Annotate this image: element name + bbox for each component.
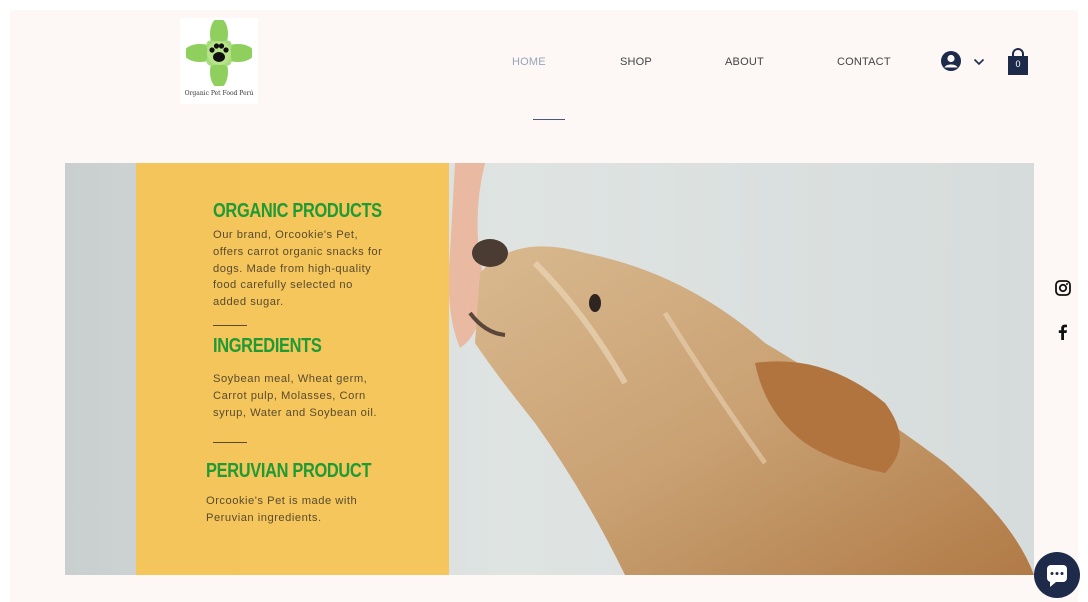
chevron-down-icon — [973, 58, 985, 66]
body-line: Our brand, Orcookie's Pet, — [213, 229, 359, 241]
page: Organic Pet Food Perú HOME SHOP ABOUT CO… — [10, 10, 1080, 602]
instagram-link[interactable] — [1054, 279, 1072, 297]
body-line: Orcookie's Pet is made with — [206, 495, 358, 507]
instagram-icon — [1055, 280, 1071, 296]
chat-button[interactable] — [1034, 552, 1080, 598]
account-menu[interactable] — [940, 50, 988, 72]
section-body-organic: Our brand, Orcookie's Pet, offers carrot… — [213, 227, 382, 311]
hero-banner: ORGANIC PRODUCTS Our brand, Orcookie's P… — [65, 163, 1034, 575]
brand-logo[interactable]: Organic Pet Food Perú — [180, 18, 258, 104]
facebook-icon — [1058, 324, 1067, 340]
body-line: Carrot pulp, Molasses, Corn — [213, 389, 366, 402]
section-divider — [213, 325, 247, 326]
body-line: syrup, Water and Soybean oil. — [213, 406, 377, 419]
section-divider — [213, 442, 247, 443]
section-body-peruvian: Orcookie's Pet is made with Peruvian ing… — [206, 493, 357, 527]
body-line: food carefully selected no — [213, 279, 353, 292]
user-avatar-icon — [941, 51, 961, 71]
body-line: added sugar. — [213, 296, 284, 309]
chat-bubble-icon — [1047, 565, 1067, 587]
body-line: Soybean meal, Wheat germ, — [213, 373, 368, 385]
nav-shop[interactable]: SHOP — [620, 56, 652, 68]
body-line: offers carrot organic snacks for — [213, 245, 383, 258]
body-line: Peruvian ingredients. — [206, 511, 322, 524]
paw-leaf-icon — [186, 20, 252, 86]
nav-home[interactable]: HOME — [512, 56, 546, 68]
section-title-ingredients: INGREDIENTS — [213, 335, 322, 357]
section-title-peruvian: PERUVIAN PRODUCT — [206, 460, 372, 482]
facebook-link[interactable] — [1054, 323, 1072, 341]
info-panel: ORGANIC PRODUCTS Our brand, Orcookie's P… — [136, 163, 449, 575]
nav-about[interactable]: ABOUT — [725, 56, 764, 68]
section-body-ingredients: Soybean meal, Wheat germ, Carrot pulp, M… — [213, 371, 377, 421]
cart-button[interactable]: 0 — [1006, 48, 1030, 76]
nav-active-underline — [533, 119, 565, 120]
section-title-organic: ORGANIC PRODUCTS — [213, 200, 382, 222]
logo-text: Organic Pet Food Perú — [184, 90, 254, 97]
cart-count: 0 — [1015, 59, 1021, 69]
body-line: dogs. Made from high-quality — [213, 262, 372, 275]
nav-contact[interactable]: CONTACT — [837, 56, 891, 68]
